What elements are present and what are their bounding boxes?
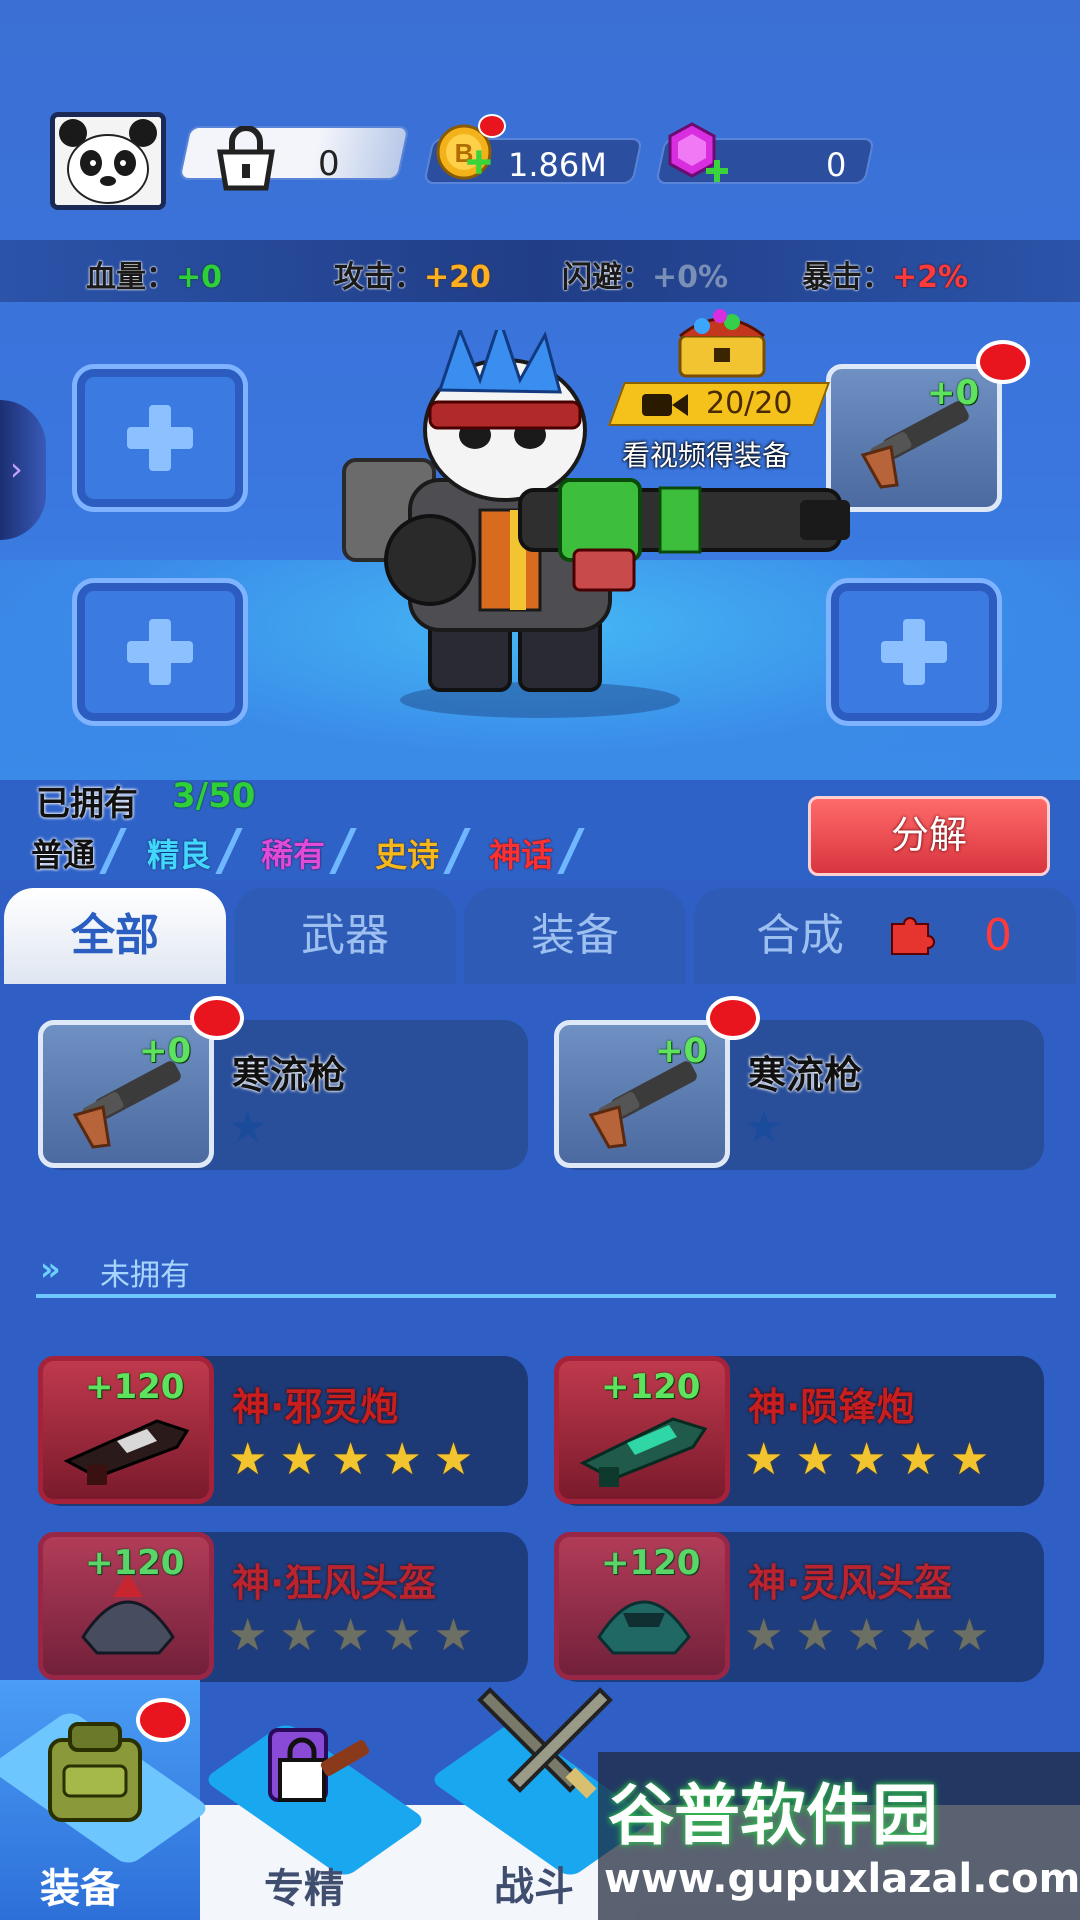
item-name: 神·邪灵炮 (232, 1385, 399, 1429)
item-icon-box: +0 (38, 1020, 214, 1168)
tab-synthesis-label: 合成 (756, 910, 844, 961)
item-icon-box: +120 (38, 1356, 214, 1504)
star-icon: ★ (744, 1102, 784, 1153)
stat-hp: 血量：+0 (86, 260, 223, 295)
five-star-rating: ★★★★★ (228, 1434, 486, 1485)
panda-soldier-character (342, 330, 850, 718)
item-level: +0 (655, 1031, 708, 1071)
puzzle-piece-icon (891, 917, 935, 955)
coin-notification-badge (478, 114, 506, 138)
item-notification-badge (190, 996, 244, 1040)
panda-avatar-icon (55, 117, 161, 205)
watermark-title: 谷普软件园 (608, 1777, 938, 1854)
chevron-right-icon: › (10, 450, 23, 488)
five-star-rating: ★★★★★ (228, 1610, 486, 1661)
tab-weapons[interactable]: 武器 (234, 888, 456, 984)
five-star-rating: ★★★★★ (744, 1434, 1002, 1485)
watermark-overlay: 谷普软件园 www.gupuxlazal.com (598, 1752, 1080, 1920)
tab-synthesis[interactable]: 合成 0 (694, 888, 1076, 984)
double-chevron-icon: » (40, 1250, 61, 1288)
nav-label: 装备 (40, 1866, 120, 1912)
item-level: +120 (601, 1543, 701, 1583)
nav-label: 专精 (264, 1866, 344, 1912)
coin-amount: 1.86M (508, 146, 607, 184)
item-notification-badge (706, 996, 760, 1040)
rarity-filter-rare[interactable]: 稀有 (237, 828, 357, 874)
nav-label: 战斗 (494, 1864, 574, 1910)
item-card-locked-3[interactable]: +120 神·狂风头盔 ★★★★★ (38, 1532, 528, 1682)
nav-specialization[interactable]: 专精 (202, 1680, 428, 1920)
rarity-filter-common[interactable]: 普通 (7, 828, 127, 874)
weapon-slot-notification-badge (976, 340, 1030, 384)
stat-crit: 暴击：+2% (802, 260, 969, 295)
gem-icon (668, 122, 728, 182)
tab-all[interactable]: 全部 (4, 888, 226, 984)
specialization-icon (268, 1728, 370, 1802)
item-name: 神·狂风头盔 (232, 1561, 437, 1605)
rarity-filter-fine[interactable]: 精良 (123, 828, 243, 874)
stat-dodge: 闪避：+0% (562, 260, 729, 295)
watermark-url: www.gupuxlazal.com (604, 1856, 1080, 1902)
item-name: 神·灵风头盔 (748, 1561, 953, 1605)
item-icon-box: +120 (554, 1356, 730, 1504)
tab-gear[interactable]: 装备 (464, 888, 686, 984)
item-level: +0 (139, 1031, 192, 1071)
stat-attack: 攻击：+20 (334, 260, 491, 295)
player-avatar[interactable] (50, 112, 166, 210)
item-card-locked-4[interactable]: +120 神·灵风头盔 ★★★★★ (554, 1532, 1044, 1682)
item-icon-box: +120 (38, 1532, 214, 1680)
item-level: +120 (85, 1543, 185, 1583)
item-card-locked-2[interactable]: +120 神·陨锋炮 ★★★★★ (554, 1356, 1044, 1506)
gem-amount: 0 (826, 146, 847, 184)
item-icon-box: +120 (554, 1532, 730, 1680)
rarity-filter-mythic[interactable]: 神话 (465, 828, 585, 874)
item-name: 寒流枪 (232, 1053, 347, 1097)
not-owned-label: 未拥有 (100, 1258, 190, 1293)
item-name: 寒流枪 (748, 1053, 863, 1097)
item-icon-box: +0 (554, 1020, 730, 1168)
equip-slot-bottom-left[interactable] (72, 578, 248, 726)
section-divider (36, 1294, 1056, 1298)
item-level: +120 (85, 1367, 185, 1407)
item-card-owned-1[interactable]: +0 寒流枪 ★ (38, 1020, 528, 1170)
synth-count: 0 (984, 910, 1012, 961)
lock-icon (217, 126, 275, 191)
item-level: +120 (601, 1367, 701, 1407)
owned-label: 已拥有 (36, 784, 138, 824)
star-icon: ★ (228, 1102, 268, 1153)
owned-count: 3/50 (172, 776, 256, 816)
nav-notification-badge (136, 1698, 190, 1742)
decompose-button[interactable]: 分解 (808, 796, 1050, 876)
equipped-weapon-level: +0 (927, 373, 980, 413)
equip-slot-top-left[interactable] (72, 364, 248, 512)
rarity-filter-epic[interactable]: 史诗 (351, 828, 471, 874)
item-name: 神·陨锋炮 (748, 1385, 915, 1429)
item-card-locked-1[interactable]: +120 神·邪灵炮 ★★★★★ (38, 1356, 528, 1506)
lock-counter-panel (178, 126, 410, 180)
five-star-rating: ★★★★★ (744, 1610, 1002, 1661)
item-card-owned-2[interactable]: +0 寒流枪 ★ (554, 1020, 1044, 1170)
lock-count: 0 (318, 144, 340, 184)
